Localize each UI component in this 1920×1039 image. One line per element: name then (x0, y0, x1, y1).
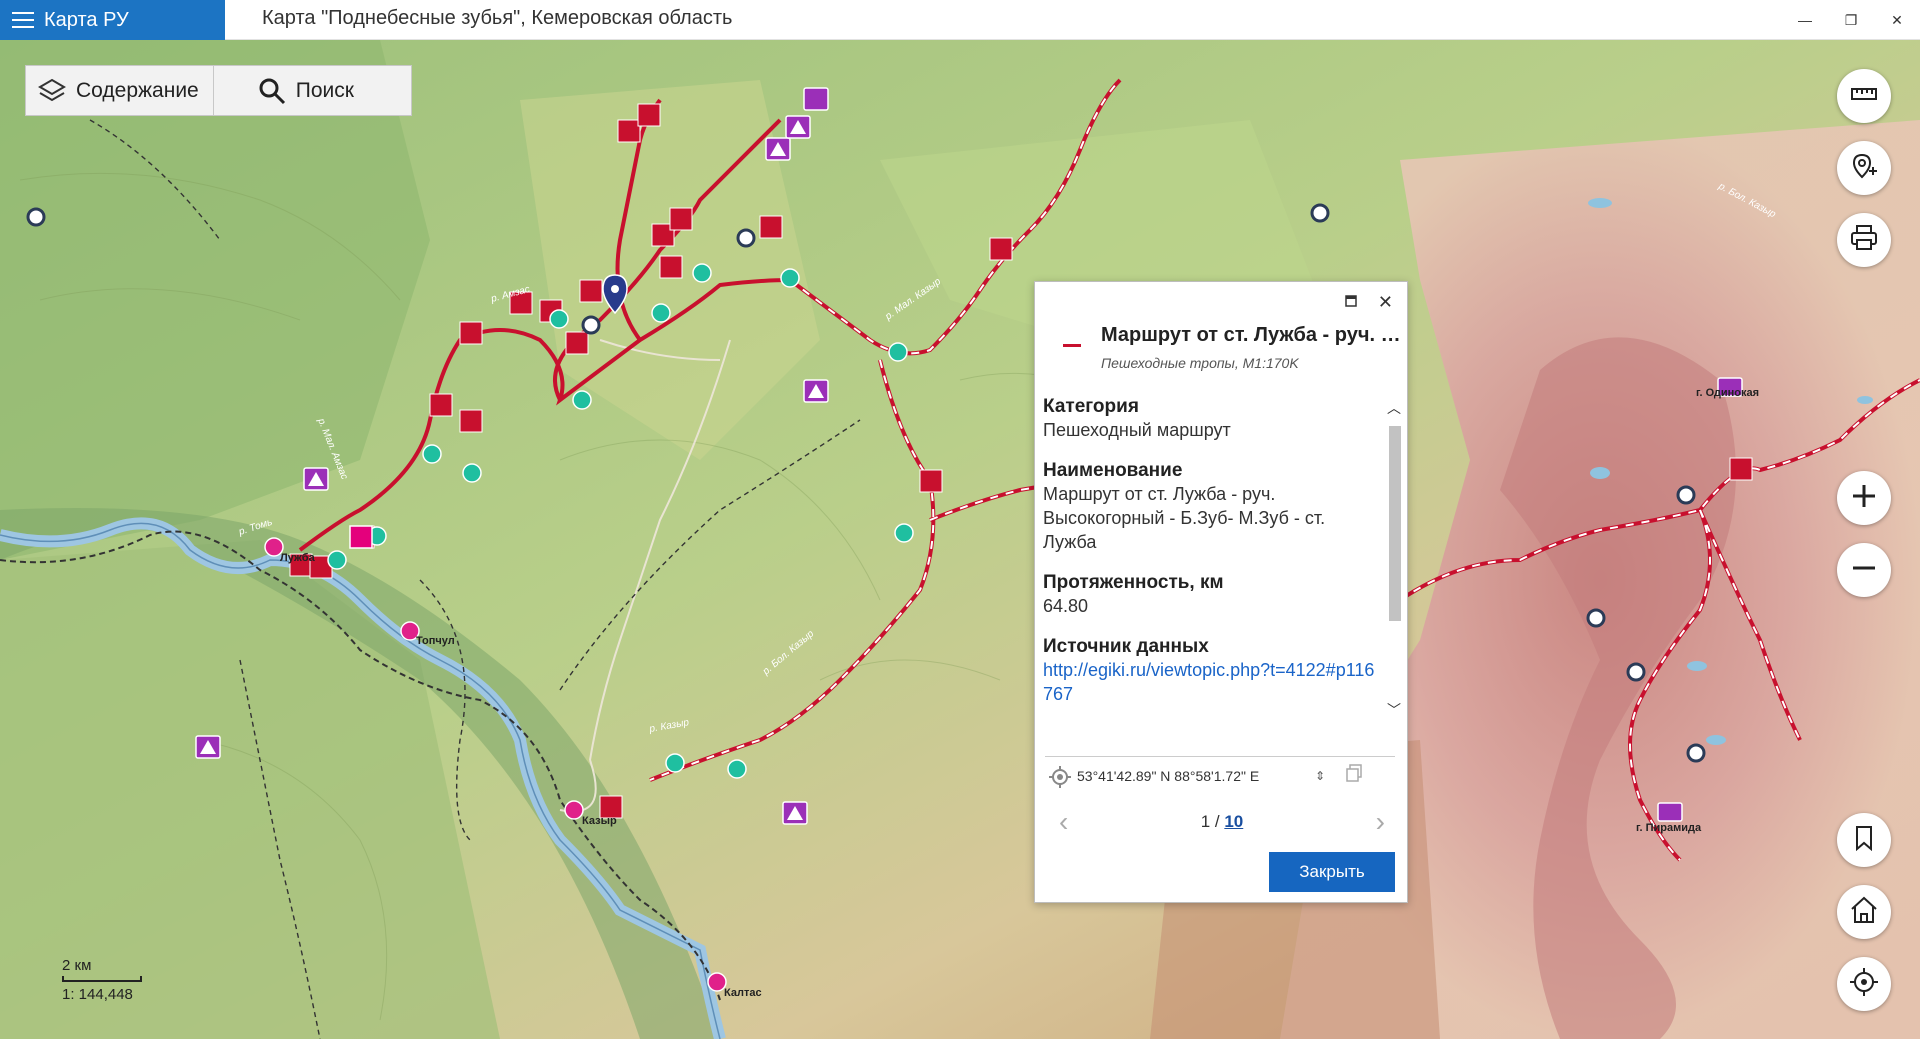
popup-scrollbar[interactable]: ︿ ﹀ (1385, 392, 1403, 724)
plus-icon (1851, 483, 1877, 514)
zoom-in-button[interactable] (1837, 471, 1891, 525)
field-value: Маршрут от ст. Лужба - руч. Высокогорный… (1043, 484, 1326, 552)
ruler-icon (1849, 79, 1879, 114)
route-symbol-icon (1063, 344, 1081, 347)
crosshair-icon (1849, 967, 1879, 1002)
contents-label: Содержание (76, 78, 199, 102)
field-value: 64.80 (1043, 596, 1089, 616)
close-button[interactable]: Закрыть (1269, 852, 1395, 892)
field-label: Категория (1043, 396, 1139, 417)
copy-icon[interactable] (1345, 764, 1363, 787)
prev-feature-button[interactable]: ‹ (1059, 806, 1068, 838)
location-target-icon[interactable] (1049, 766, 1071, 793)
scale-bar: 2 км 1: 144,448 (62, 957, 142, 1003)
svg-text:Лужба: Лужба (280, 552, 316, 564)
home-icon (1849, 895, 1879, 930)
scroll-down-icon[interactable]: ﹀ (1387, 700, 1401, 720)
field-value: Пешеходный маршрут (1043, 420, 1231, 440)
zoom-out-button[interactable] (1837, 543, 1891, 597)
svg-text:Казыр: Казыр (582, 815, 617, 827)
page-total-link[interactable]: 10 (1224, 812, 1243, 831)
app-menu-button[interactable]: Карта РУ (0, 0, 225, 40)
popup-subtitle: Пешеходные тропы, M1:170K (1101, 355, 1299, 371)
restore-button[interactable]: ❐ (1828, 0, 1874, 40)
scroll-thumb[interactable] (1389, 426, 1401, 621)
search-button[interactable]: Поиск (212, 66, 411, 115)
window-title: Карта "Поднебесные зубья", Кемеровская о… (262, 7, 733, 29)
popup-attributes[interactable]: Категория Пешеходный маршрут Наименовани… (1043, 392, 1383, 724)
scale-line (62, 976, 142, 982)
maximize-popup-button[interactable] (1345, 294, 1357, 312)
svg-text:Топчул: Топчул (416, 635, 455, 647)
bookmark-icon (1851, 825, 1877, 856)
title-bar: Карта РУ Карта "Поднебесные зубья", Кеме… (0, 0, 1920, 40)
add-marker-button[interactable] (1837, 141, 1891, 195)
popup-pager: ‹ 1 / 10 › (1045, 804, 1395, 840)
measure-button[interactable] (1837, 69, 1891, 123)
layers-icon (38, 77, 66, 105)
print-button[interactable] (1837, 213, 1891, 267)
coordinates-text: 53°41'42.89" N 88°58'1.72" E (1077, 767, 1260, 784)
coordinate-row: 53°41'42.89" N 88°58'1.72" E ⇕ (1045, 756, 1395, 794)
add-pin-icon (1849, 151, 1879, 186)
minus-icon (1851, 555, 1877, 586)
contents-button[interactable]: Содержание (26, 66, 213, 115)
bookmarks-button[interactable] (1837, 813, 1891, 867)
search-label: Поиск (295, 78, 354, 102)
svg-text:Калтас: Калтас (724, 987, 762, 999)
printer-icon (1849, 223, 1879, 258)
svg-text:г. Одинокая: г. Одинокая (1696, 387, 1759, 399)
search-icon (258, 77, 286, 105)
scroll-up-icon[interactable]: ︿ (1387, 398, 1401, 418)
page-indicator: 1 / 10 (1200, 812, 1244, 831)
source-link[interactable]: http://egiki.ru/viewtopic.php?t=4122#p11… (1043, 658, 1383, 706)
map-toolbar: Содержание Поиск (25, 65, 412, 116)
svg-text:г. Пирамида: г. Пирамида (1636, 822, 1702, 834)
home-button[interactable] (1837, 885, 1891, 939)
scale-ratio: 1: 144,448 (62, 986, 133, 1003)
coordinate-format-icon[interactable]: ⇕ (1315, 769, 1325, 783)
map-canvas[interactable]: Лужба Топчул Казыр Калтас г. Одинокая г.… (0, 40, 1920, 1039)
source-label: Источник данных (1043, 636, 1209, 657)
close-popup-button[interactable]: ✕ (1378, 292, 1393, 313)
popup-title: Маршрут от ст. Лужба - руч. Высокогорный… (1101, 324, 1401, 346)
scale-distance: 2 км (62, 957, 92, 974)
hamburger-icon (12, 12, 34, 28)
app-name: Карта РУ (44, 8, 129, 31)
next-feature-button[interactable]: › (1376, 806, 1385, 838)
maximize-icon (1345, 294, 1357, 311)
field-label: Протяженность, км (1043, 572, 1224, 593)
minimize-button[interactable]: — (1782, 0, 1828, 40)
close-window-button[interactable]: ✕ (1874, 0, 1920, 40)
field-label: Наименование (1043, 460, 1183, 481)
locate-button[interactable] (1837, 957, 1891, 1011)
feature-popup: ✕ Маршрут от ст. Лужба - руч. Высокогорн… (1034, 281, 1408, 903)
